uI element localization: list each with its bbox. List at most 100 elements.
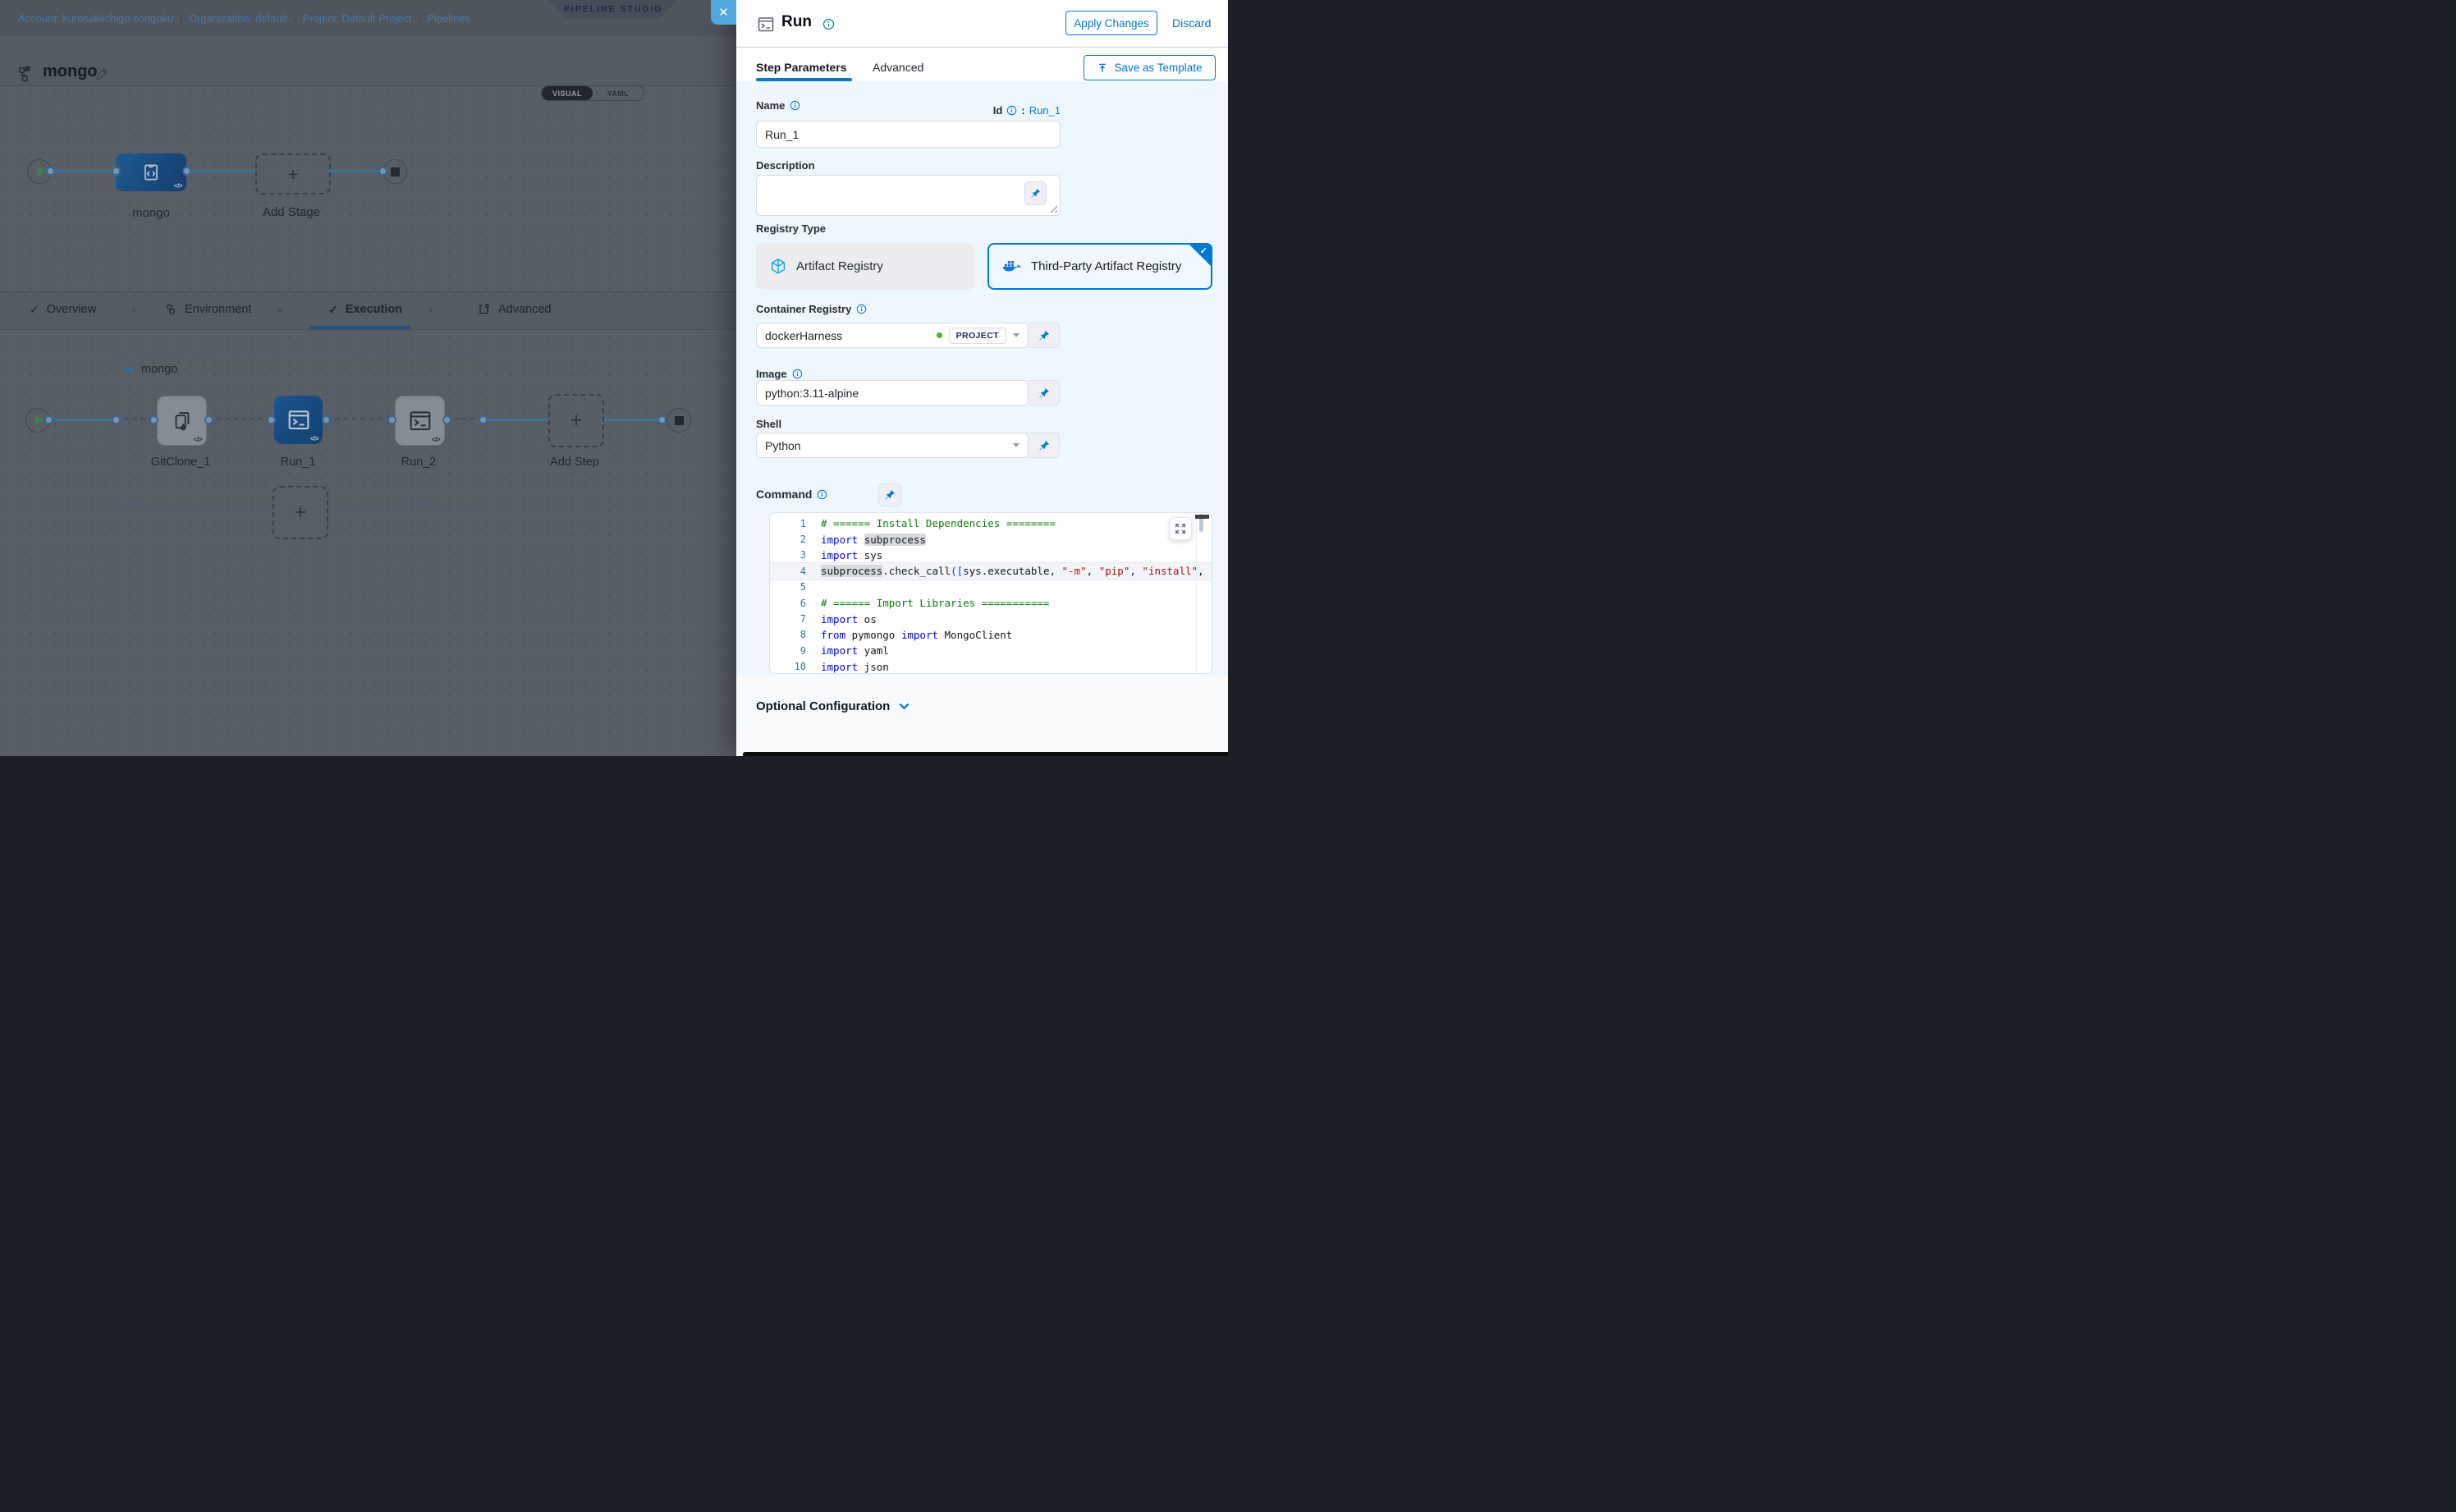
line-number: 2	[770, 534, 813, 545]
step-label[interactable]: GitClone_1	[151, 456, 211, 469]
run-step-icon	[756, 15, 776, 34]
add-stage-label[interactable]: Add Stage	[263, 205, 320, 219]
container-registry-select[interactable]: dockerHarness PROJECT	[756, 323, 1029, 348]
breadcrumb-item[interactable]: Project: Default Project	[303, 12, 412, 25]
code-line[interactable]: 1# ====== Install Dependencies ========	[770, 515, 1212, 531]
code-line[interactable]: 10import json	[770, 659, 1212, 674]
command-pin-button[interactable]	[878, 483, 901, 506]
code-line[interactable]: 4subprocess.check_call([sys.executable, …	[770, 563, 1212, 579]
pin-icon	[1038, 440, 1050, 451]
image-pin-button[interactable]	[1029, 380, 1060, 405]
group-name: mongo	[141, 363, 177, 376]
save-as-template-button[interactable]: Save as Template	[1084, 55, 1216, 80]
port	[387, 415, 396, 424]
step-node-gitclone-1[interactable]: </>	[157, 396, 207, 446]
check-icon: ✓	[328, 303, 338, 317]
code-text: import sys	[821, 549, 882, 561]
code-text: import os	[821, 613, 877, 625]
image-input[interactable]: python:3.11-alpine	[756, 380, 1029, 405]
pipeline-icon	[18, 66, 36, 84]
breadcrumb-item[interactable]: Pipelines	[427, 12, 470, 25]
description-field-label: Description	[756, 159, 815, 172]
step-node-run-1[interactable]: </>	[274, 396, 323, 444]
step-node-run-2[interactable]: </>	[395, 396, 445, 446]
close-drawer-button[interactable]: ✕	[711, 0, 736, 25]
chevron-right-icon: ›	[131, 301, 136, 318]
tab-overview[interactable]: ✓ Overview	[30, 292, 96, 327]
stage-node-mongo[interactable]: </>	[116, 153, 186, 191]
tab-label: Overview	[47, 303, 96, 316]
collapse-icon[interactable]	[125, 368, 134, 371]
info-icon[interactable]	[792, 369, 803, 379]
advanced-icon	[478, 303, 491, 316]
add-step-button[interactable]: +	[548, 394, 604, 447]
tab-label: Execution	[346, 303, 402, 316]
shell-select[interactable]: Python	[756, 433, 1029, 458]
tab-execution[interactable]: ✓ Execution	[328, 292, 402, 327]
tab-step-parameters[interactable]: Step Parameters	[756, 61, 847, 74]
chevron-down-icon[interactable]	[1013, 443, 1020, 447]
edit-pipeline-icon[interactable]	[95, 67, 108, 80]
name-input[interactable]: Run_1	[756, 121, 1061, 148]
label-text: Image	[756, 368, 787, 380]
code-line[interactable]: 7import os	[770, 611, 1212, 626]
play-icon	[35, 415, 44, 425]
label-text: Registry Type	[756, 222, 826, 235]
code-line[interactable]: 8from pymongo import MongoClient	[770, 627, 1212, 643]
command-code-editor[interactable]: 1# ====== Install Dependencies ========2…	[769, 512, 1212, 674]
expand-editor-button[interactable]	[1169, 517, 1192, 540]
execution-end-node	[667, 408, 691, 433]
tab-environment[interactable]: Environment	[164, 292, 251, 327]
bottom-scrollbar[interactable]	[743, 752, 1228, 756]
code-line[interactable]: 5	[770, 580, 1212, 595]
info-icon[interactable]	[856, 304, 867, 314]
badge-label: PIPELINE STUDIO	[564, 4, 662, 14]
visual-yaml-toggle: VISUAL YAML	[541, 85, 644, 101]
registry-option-third-party[interactable]: Third-Party Artifact Registry ✓	[987, 243, 1212, 290]
step-label[interactable]: Run_1	[281, 456, 316, 469]
add-step-label[interactable]: Add Step	[550, 456, 599, 469]
scope-badge: PROJECT	[949, 328, 1006, 344]
breadcrumb-separator: ›	[293, 11, 297, 25]
info-icon[interactable]	[822, 18, 835, 30]
apply-changes-button[interactable]: Apply Changes	[1065, 11, 1157, 35]
description-pin-button[interactable]	[1024, 181, 1047, 205]
line-number: 1	[770, 518, 813, 529]
code-text: subprocess.check_call([sys.executable, "…	[821, 565, 1204, 577]
registry-option-artifact[interactable]: Artifact Registry	[756, 243, 975, 290]
add-parallel-step-button[interactable]: +	[273, 486, 328, 539]
port	[112, 415, 121, 424]
chevron-down-icon	[899, 703, 910, 710]
add-stage-button[interactable]: +	[255, 153, 331, 195]
id-value[interactable]: Run_1	[1029, 104, 1061, 117]
info-icon[interactable]	[790, 100, 800, 111]
pin-icon	[884, 489, 896, 501]
play-icon	[37, 167, 45, 176]
discard-button[interactable]: Discard	[1172, 16, 1211, 30]
resize-handle[interactable]	[1050, 205, 1057, 213]
connector	[483, 419, 548, 421]
toggle-yaml[interactable]: YAML	[593, 86, 644, 100]
tab-advanced[interactable]: Advanced	[478, 292, 552, 327]
code-line[interactable]: 3 import sys	[770, 548, 1212, 563]
code-line[interactable]: 2import subprocess	[770, 531, 1212, 547]
container-registry-pin-button[interactable]	[1029, 323, 1060, 348]
chevron-down-icon[interactable]	[1013, 333, 1020, 337]
tab-step-advanced[interactable]: Advanced	[873, 61, 923, 74]
toggle-visual[interactable]: VISUAL	[542, 86, 593, 100]
line-number: 3	[770, 549, 813, 561]
optional-configuration-toggle[interactable]: Optional Configuration	[756, 699, 910, 713]
shell-pin-button[interactable]	[1029, 433, 1060, 458]
info-icon[interactable]	[1006, 105, 1017, 116]
code-line[interactable]: 6# ====== Import Libraries ===========	[770, 595, 1212, 611]
label-text: Shell	[756, 418, 781, 430]
description-textarea[interactable]	[756, 175, 1061, 216]
info-icon[interactable]	[817, 489, 827, 500]
stage-label[interactable]: mongo	[132, 206, 170, 220]
step-label[interactable]: Run_2	[401, 456, 437, 469]
breadcrumb-item[interactable]: Account: kurosakiichigo.songoku	[18, 12, 173, 25]
code-line[interactable]: 9import yaml	[770, 643, 1212, 658]
image-value: python:3.11-alpine	[765, 387, 859, 400]
step-group-header[interactable]: mongo	[125, 363, 177, 376]
breadcrumb-item[interactable]: Organization: default	[189, 12, 287, 25]
